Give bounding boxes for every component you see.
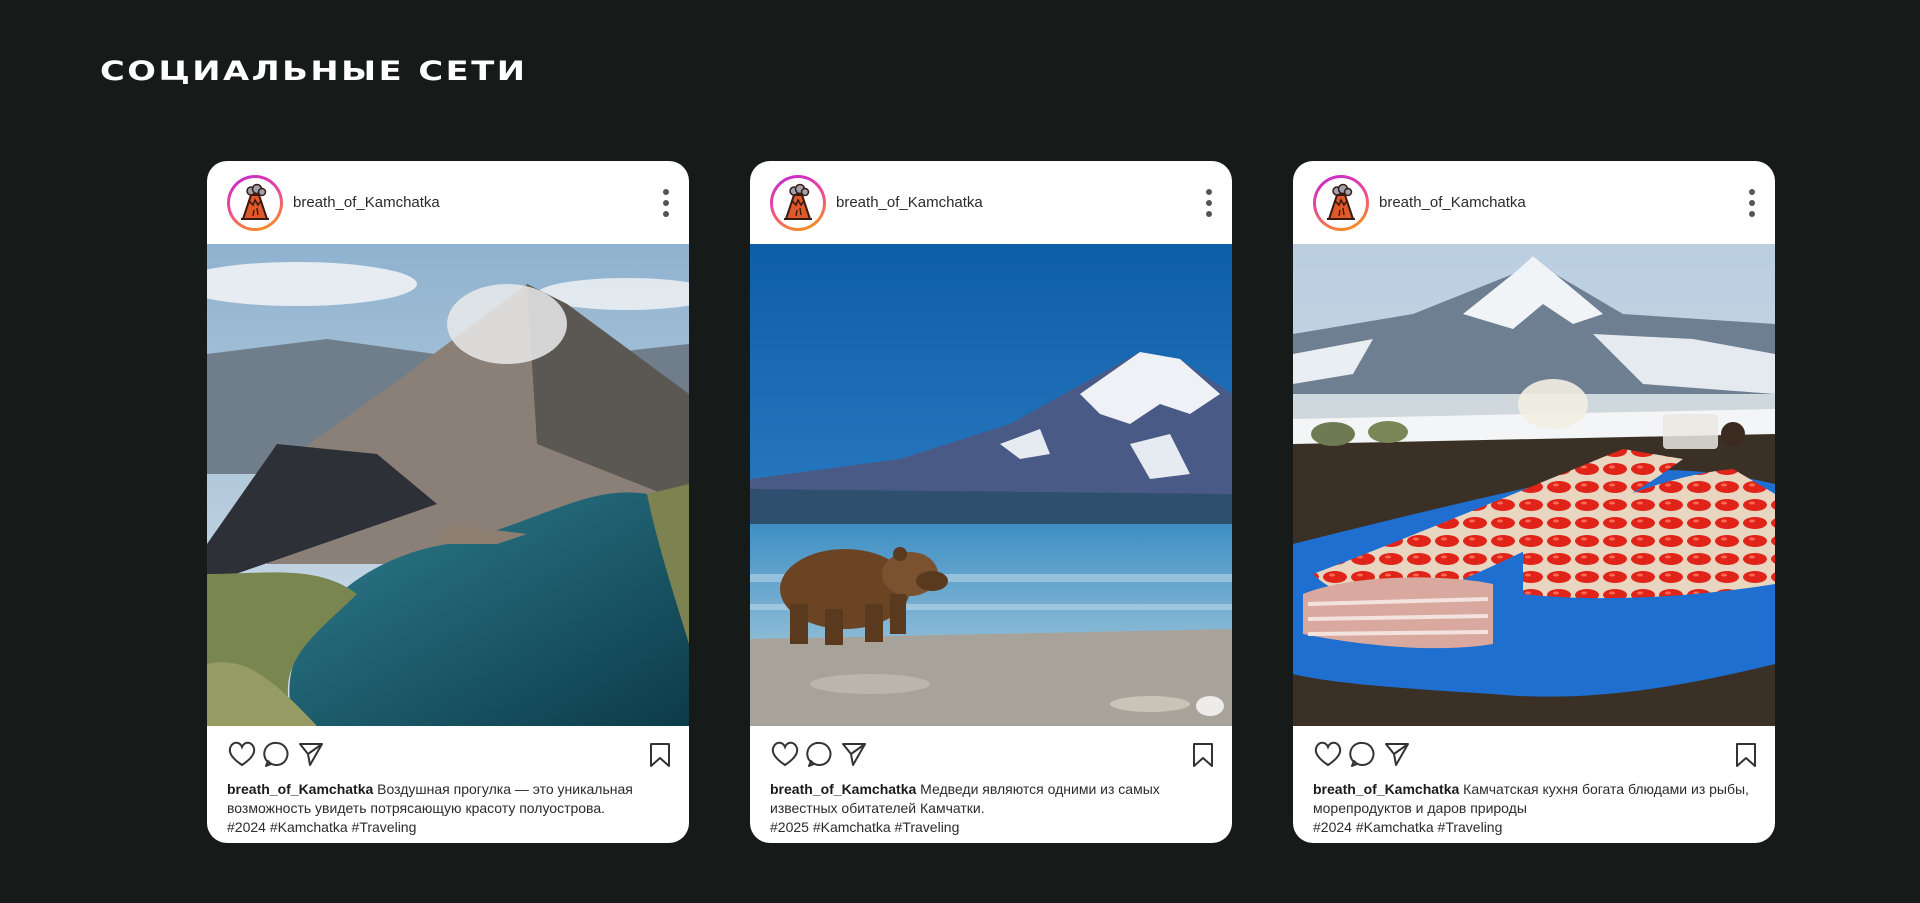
page-title: СОЦИАЛЬНЫЕ СЕТИ xyxy=(100,56,528,87)
send-icon[interactable] xyxy=(1383,740,1411,768)
comment-icon[interactable] xyxy=(263,740,291,768)
post-caption: breath_of_Kamchatka Камчатская кухня бог… xyxy=(1293,780,1775,837)
bookmark-icon[interactable] xyxy=(649,742,671,773)
comment-icon[interactable] xyxy=(1349,740,1377,768)
bookmark-icon[interactable] xyxy=(1192,742,1214,773)
volcano-icon xyxy=(241,183,269,220)
post-header: breath_of_Kamchatka xyxy=(207,161,689,244)
post-card: breath_of_Kamchatka breath_of_Kamchatka … xyxy=(1293,161,1775,843)
more-vertical-icon[interactable] xyxy=(1747,189,1757,217)
post-actions xyxy=(207,726,689,782)
caption-username[interactable]: breath_of_Kamchatka xyxy=(227,781,373,797)
post-header: breath_of_Kamchatka xyxy=(1293,161,1775,244)
caption-hashtags[interactable]: #2024 #Kamchatka #Traveling xyxy=(1313,818,1755,837)
heart-icon[interactable] xyxy=(227,740,257,768)
post-caption: breath_of_Kamchatka Медведи являются одн… xyxy=(750,780,1232,837)
post-photo-bear-volcano[interactable] xyxy=(750,244,1232,726)
send-icon[interactable] xyxy=(840,740,868,768)
comment-icon[interactable] xyxy=(806,740,834,768)
post-caption: breath_of_Kamchatka Воздушная прогулка —… xyxy=(207,780,689,837)
heart-icon[interactable] xyxy=(1313,740,1343,768)
social-feed: breath_of_Kamchatka breath_of_Kamchatka … xyxy=(207,161,1775,843)
post-photo-volcano-lake[interactable] xyxy=(207,244,689,726)
bookmark-icon[interactable] xyxy=(1735,742,1757,773)
post-card: breath_of_Kamchatka breath_of_Kamchatka … xyxy=(207,161,689,843)
post-photo-caviar-picnic[interactable] xyxy=(1293,244,1775,726)
post-username[interactable]: breath_of_Kamchatka xyxy=(293,194,440,211)
avatar[interactable] xyxy=(770,174,826,231)
volcano-icon xyxy=(784,183,812,220)
post-header: breath_of_Kamchatka xyxy=(750,161,1232,244)
post-card: breath_of_Kamchatka breath_of_Kamchatka … xyxy=(750,161,1232,843)
more-vertical-icon[interactable] xyxy=(661,189,671,217)
heart-icon[interactable] xyxy=(770,740,800,768)
more-vertical-icon[interactable] xyxy=(1204,189,1214,217)
post-username[interactable]: breath_of_Kamchatka xyxy=(836,194,983,211)
caption-username[interactable]: breath_of_Kamchatka xyxy=(1313,781,1459,797)
post-actions xyxy=(750,726,1232,782)
send-icon[interactable] xyxy=(297,740,325,768)
caption-username[interactable]: breath_of_Kamchatka xyxy=(770,781,916,797)
caption-hashtags[interactable]: #2025 #Kamchatka #Traveling xyxy=(770,818,1212,837)
post-actions xyxy=(1293,726,1775,782)
avatar[interactable] xyxy=(1313,174,1369,231)
avatar[interactable] xyxy=(227,174,283,231)
volcano-icon xyxy=(1327,183,1355,220)
post-username[interactable]: breath_of_Kamchatka xyxy=(1379,194,1526,211)
caption-hashtags[interactable]: #2024 #Kamchatka #Traveling xyxy=(227,818,669,837)
